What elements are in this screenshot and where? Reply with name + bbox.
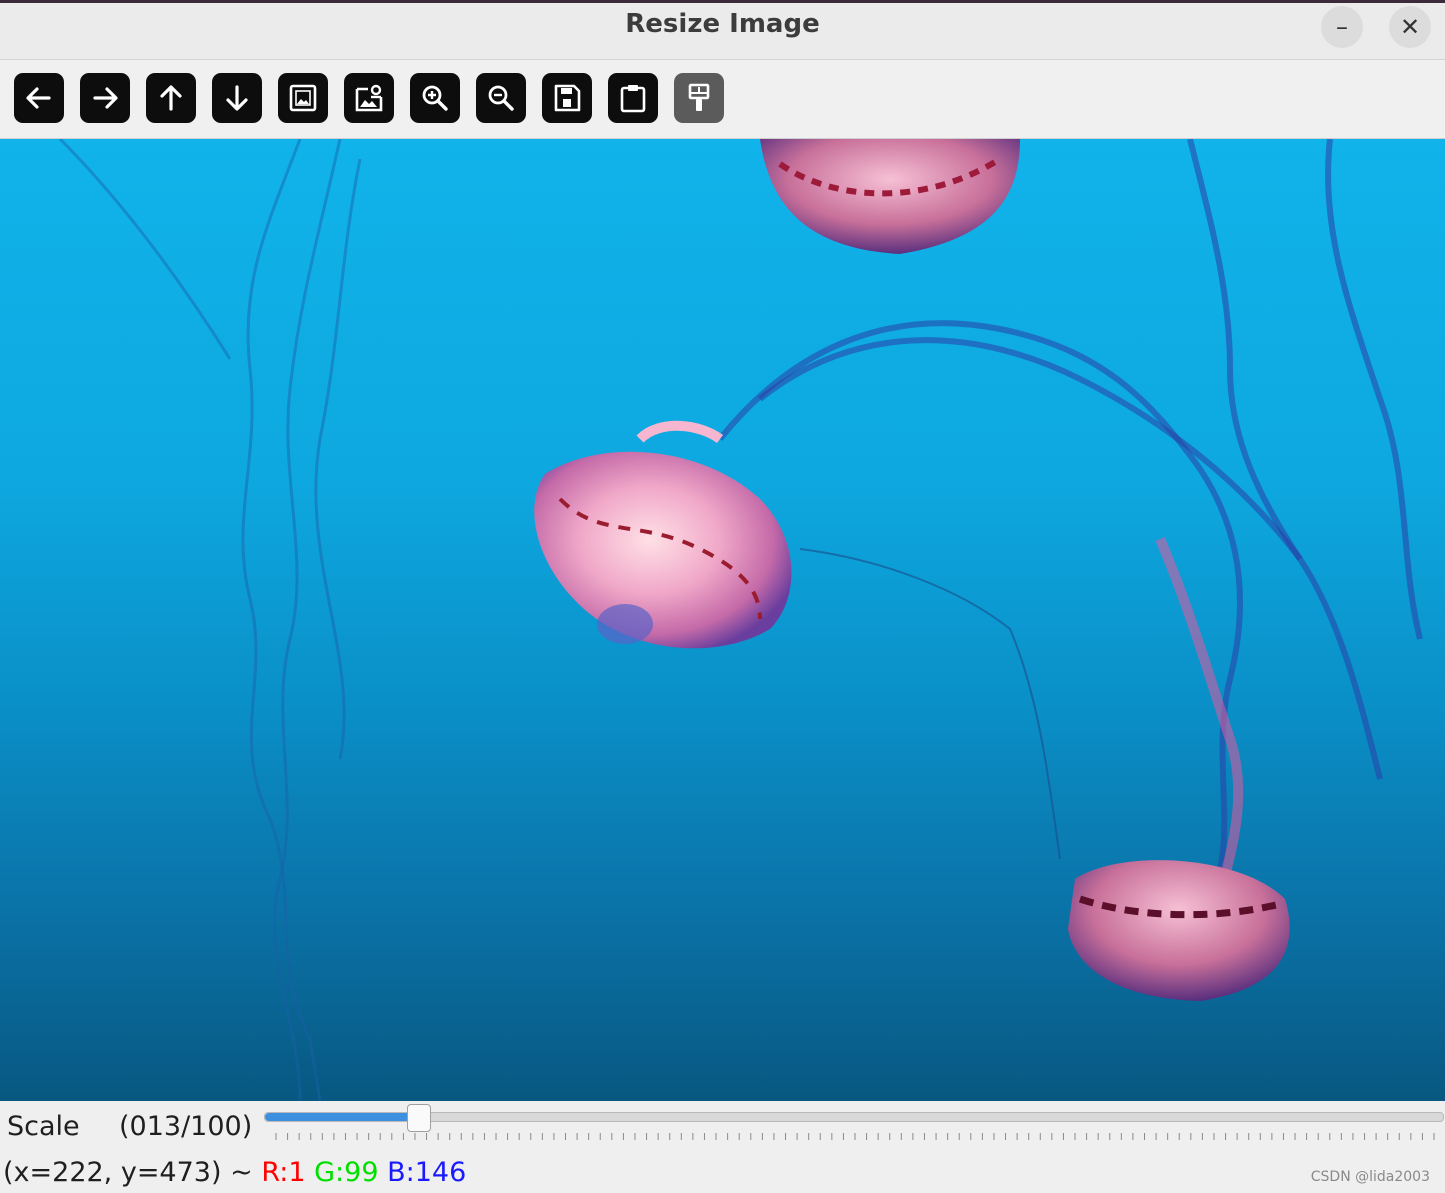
blue-value: B:146: [387, 1157, 467, 1188]
jellyfish-photo: [58, 139, 1423, 1101]
red-value: R:1: [261, 1157, 306, 1188]
zoom-in-button[interactable]: [410, 73, 460, 123]
image-icon: [289, 84, 317, 112]
pan-up-button[interactable]: [146, 73, 196, 123]
zoom-out-button[interactable]: [476, 73, 526, 123]
scale-slider-fill: [265, 1113, 419, 1121]
close-button[interactable]: ✕: [1389, 6, 1431, 48]
scale-trackbar-panel: Scale (013/100): [0, 1101, 1445, 1153]
pan-left-button[interactable]: [14, 73, 64, 123]
scale-label: Scale: [7, 1111, 80, 1142]
zoom-original-button[interactable]: [344, 73, 394, 123]
scale-slider[interactable]: [264, 1104, 1444, 1132]
pixel-info: (x=222, y=473) ~ R:1 G:99 B:146: [3, 1157, 466, 1188]
scale-slider-thumb[interactable]: [407, 1104, 432, 1132]
arrow-right-icon: [93, 87, 118, 109]
close-icon: ✕: [1399, 13, 1421, 41]
image-viewport[interactable]: [0, 139, 1445, 1101]
minimize-icon: –: [1336, 13, 1348, 41]
image-properties-icon: [355, 84, 383, 112]
title-bar[interactable]: Resize Image – ✕: [0, 3, 1445, 60]
arrow-down-icon: [226, 85, 248, 111]
minimize-button[interactable]: –: [1321, 6, 1363, 48]
properties-button[interactable]: [674, 73, 724, 123]
scale-value: (013/100): [119, 1111, 253, 1142]
cursor-coords: (x=222, y=473) ~: [3, 1157, 253, 1188]
save-icon: [554, 84, 581, 112]
zoom-fit-button[interactable]: [278, 73, 328, 123]
save-button[interactable]: [542, 73, 592, 123]
watermark: CSDN @lida2003: [1310, 1169, 1430, 1185]
toolbar: [0, 60, 1445, 139]
zoom-in-icon: [422, 85, 448, 111]
green-value: G:99: [314, 1157, 379, 1188]
arrow-up-icon: [160, 85, 182, 111]
status-bar: (x=222, y=473) ~ R:1 G:99 B:146 CSDN @li…: [0, 1153, 1445, 1193]
paint-brush-icon: [688, 83, 710, 111]
copy-to-clipboard-button[interactable]: [608, 73, 658, 123]
pan-right-button[interactable]: [80, 73, 130, 123]
scale-ticks: [275, 1133, 1435, 1140]
zoom-out-icon: [488, 85, 514, 111]
clipboard-icon: [620, 85, 646, 113]
pan-down-button[interactable]: [212, 73, 262, 123]
window-title: Resize Image: [625, 9, 820, 39]
arrow-left-icon: [26, 87, 51, 109]
